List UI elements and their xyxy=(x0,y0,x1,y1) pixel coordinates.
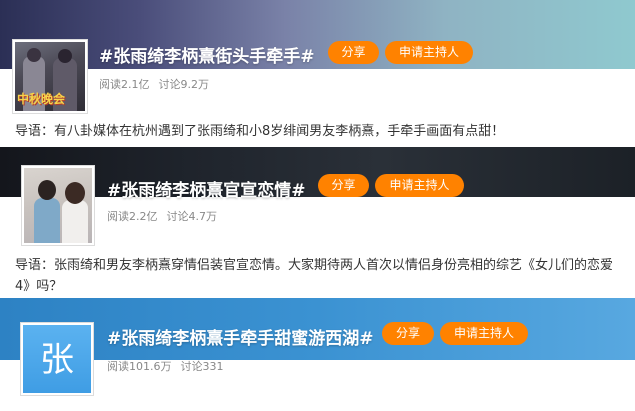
topic-intro: 导语：张雨绮和男友李柄熹穿情侣装官宣恋情。大家期待两人首次以情侣身份亮相的综艺《… xyxy=(15,258,614,294)
topic-thumbnail[interactable]: 张 xyxy=(21,323,93,395)
topic-title[interactable]: #张雨绮李柄熹手牵手甜蜜游西湖# xyxy=(107,324,374,349)
topic-title[interactable]: #张雨绮李柄熹官宣恋情# xyxy=(107,176,306,201)
topic-stats: 阅读2.2亿 讨论4.7万 xyxy=(107,208,226,224)
topic-card-1: 中秋晚会 #张雨绮李柄熹街头手牵手# 分享 申请主持人 阅读2.1亿 讨论9.2万… xyxy=(0,0,635,150)
read-count: 阅读2.2亿 xyxy=(107,210,158,223)
topic-intro: 导语：有八卦媒体在杭州遇到了张雨绮和小8岁绯闻男友李柄熹，手牵手画面有点甜！ xyxy=(15,124,505,139)
apply-host-button[interactable]: 申请主持人 xyxy=(375,174,464,197)
topic-card-2: #张雨绮李柄熹官宣恋情# 分享 申请主持人 阅读2.2亿 讨论4.7万 导语：张雨… xyxy=(0,147,635,297)
topic-thumbnail[interactable] xyxy=(22,166,94,245)
read-count: 阅读2.1亿 xyxy=(99,78,150,91)
person-head xyxy=(38,180,56,200)
topic-banner xyxy=(0,147,635,197)
read-count: 阅读101.6万 xyxy=(107,360,172,373)
topic-info-panel xyxy=(0,69,635,117)
discussion-count: 讨论331 xyxy=(180,360,224,373)
topic-info-panel xyxy=(0,197,635,255)
thumb-logo-text: 中秋晚会 xyxy=(17,92,66,106)
person-head xyxy=(27,48,41,62)
topic-card-3: 张 #张雨绮李柄熹手牵手甜蜜游西湖# 分享 申请主持人 阅读101.6万 讨论33… xyxy=(0,298,635,411)
topic-info-panel xyxy=(0,360,635,411)
share-button[interactable]: 分享 xyxy=(318,174,369,197)
apply-host-button[interactable]: 申请主持人 xyxy=(385,41,473,64)
person-head xyxy=(65,182,85,204)
topic-stats: 阅读2.1亿 讨论9.2万 xyxy=(99,76,218,92)
topic-banner xyxy=(0,0,635,69)
discussion-count: 讨论9.2万 xyxy=(158,78,210,91)
share-button[interactable]: 分享 xyxy=(328,41,379,64)
avatar-character: 张 xyxy=(40,340,74,380)
topic-thumbnail[interactable]: 中秋晚会 xyxy=(13,40,87,113)
person-head xyxy=(58,49,72,63)
apply-host-button[interactable]: 申请主持人 xyxy=(440,322,528,345)
share-button[interactable]: 分享 xyxy=(382,322,434,345)
topic-stats: 阅读101.6万 讨论331 xyxy=(107,358,233,374)
discussion-count: 讨论4.7万 xyxy=(166,210,218,223)
person-figure xyxy=(34,198,60,243)
topic-title[interactable]: #张雨绮李柄熹街头手牵手# xyxy=(99,42,315,67)
person-figure xyxy=(62,200,88,243)
